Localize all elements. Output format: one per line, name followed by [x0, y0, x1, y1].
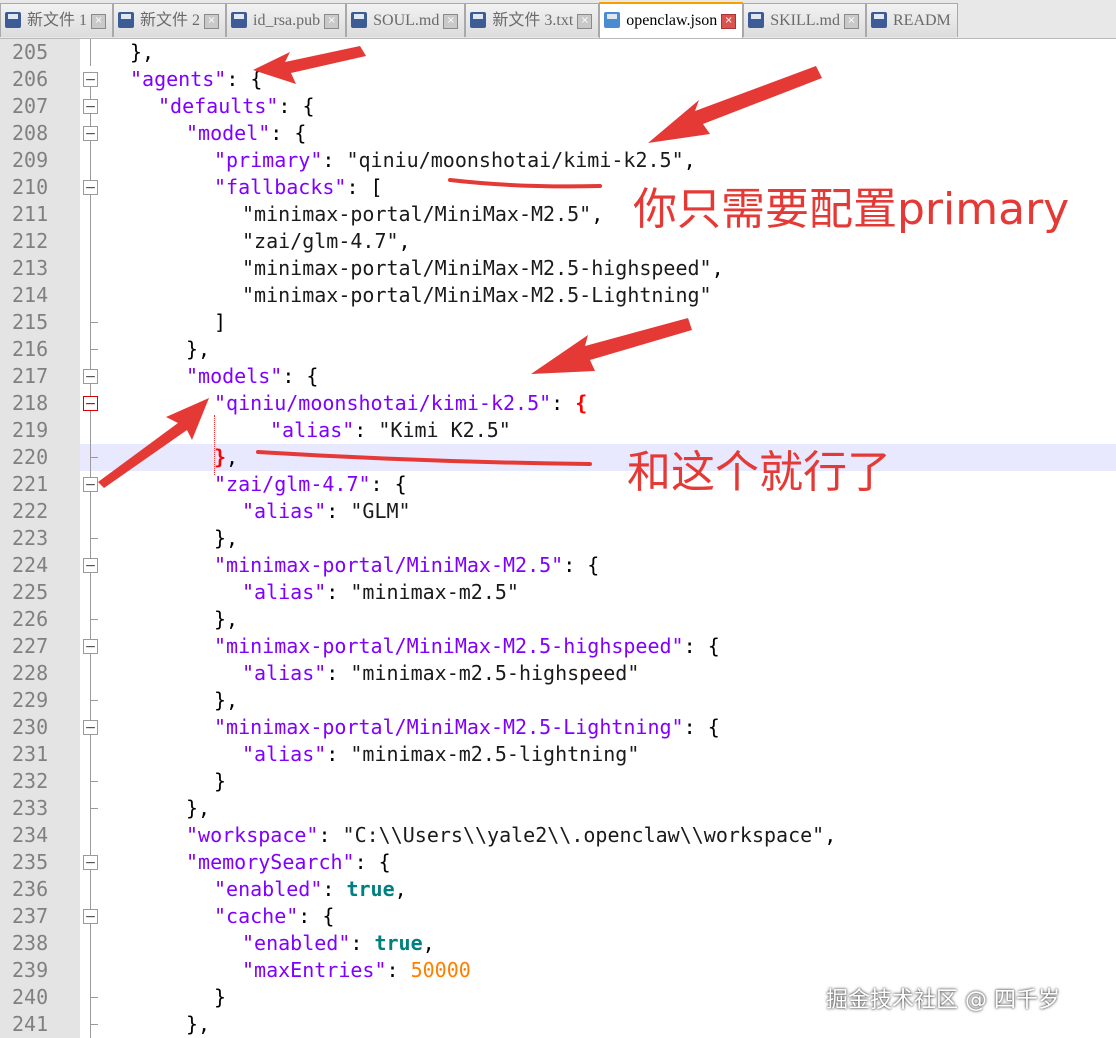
arrow-to-kimi-entry [98, 398, 209, 488]
arrow-to-agents [253, 46, 366, 84]
annotation-primary-note: 你只需要配置primary [633, 184, 1070, 235]
watermark: 掘金技术社区 @ 四千岁 [826, 988, 1060, 1013]
annotation-overlay [98, 46, 822, 488]
arrow-to-models [531, 318, 692, 374]
arrow-to-primary [648, 66, 822, 143]
annotation-models-note: 和这个就行了 [627, 447, 891, 498]
underline-primary [448, 178, 602, 189]
underline-models [256, 450, 592, 466]
